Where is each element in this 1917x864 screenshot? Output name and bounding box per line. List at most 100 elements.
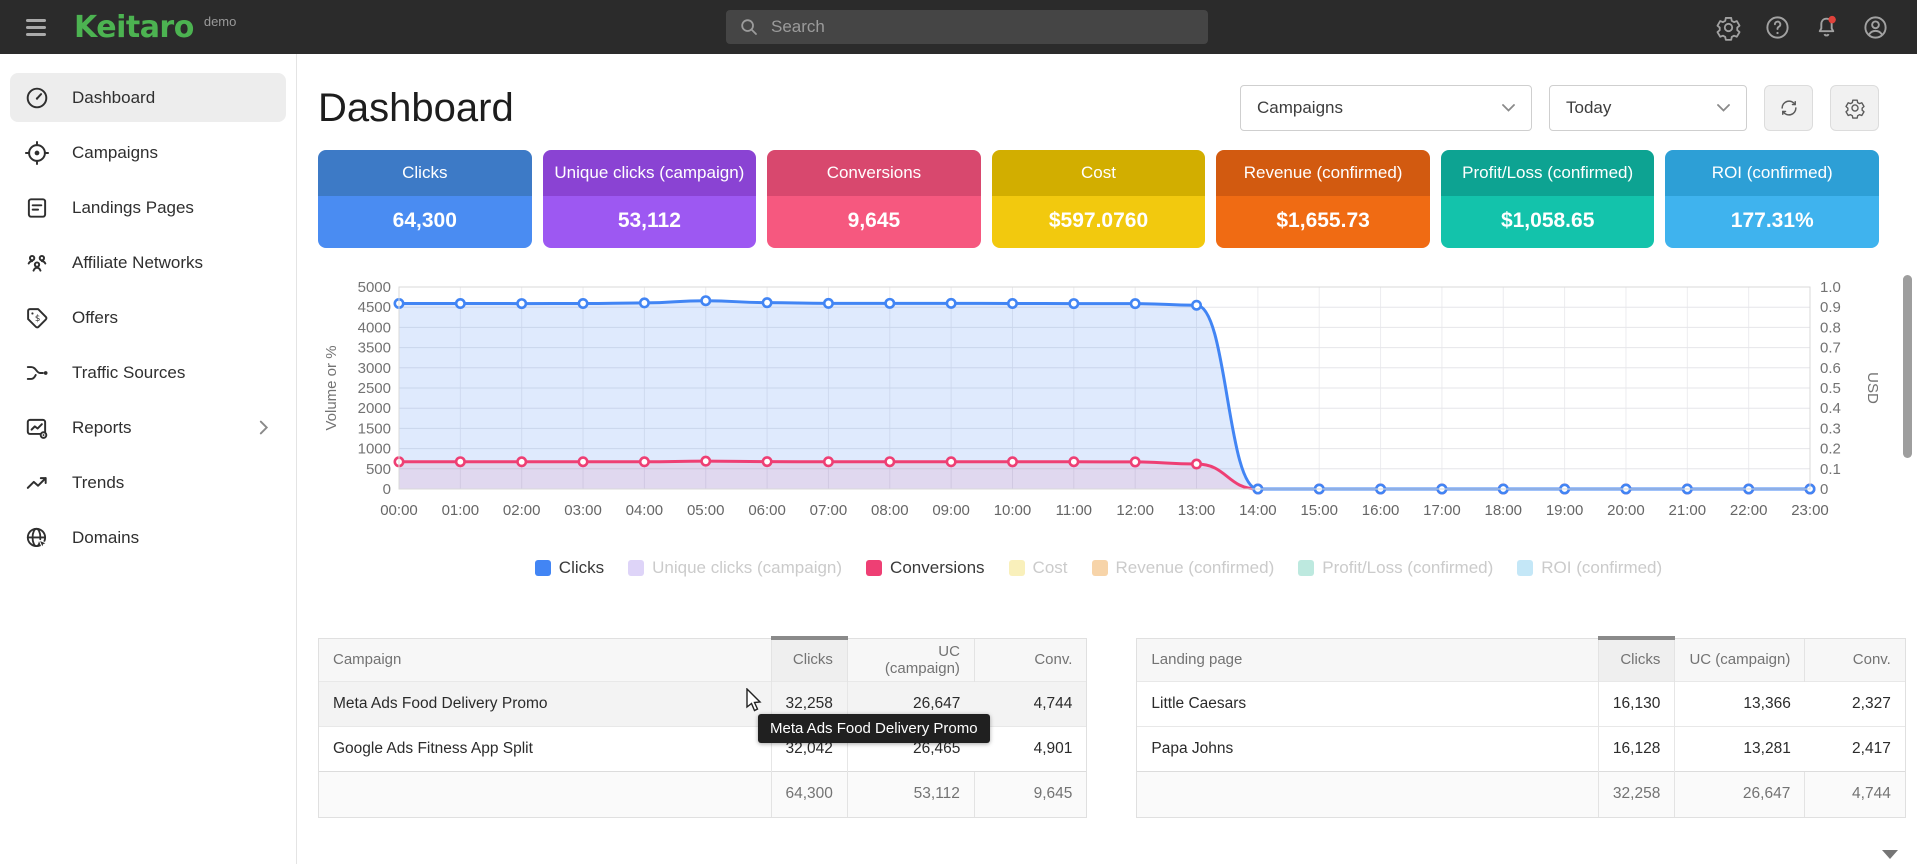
- grouping-select[interactable]: Campaigns: [1240, 85, 1532, 131]
- notification-dot: [1828, 15, 1835, 22]
- sidebar: Dashboard Campaigns Landings Pages Affil…: [0, 54, 297, 864]
- svg-text:0.2: 0.2: [1820, 441, 1841, 458]
- svg-text:14:00: 14:00: [1239, 502, 1277, 519]
- svg-text:08:00: 08:00: [871, 502, 909, 519]
- legend-chip: [866, 560, 882, 576]
- totals-row: 64,30053,1129,645: [319, 771, 1086, 817]
- column-header-landing-page[interactable]: Landing page: [1137, 639, 1598, 681]
- reports-icon: [24, 415, 50, 441]
- value-cell: 4,901: [974, 726, 1086, 771]
- svg-text:3500: 3500: [358, 340, 391, 357]
- svg-text:12:00: 12:00: [1116, 502, 1154, 519]
- search-input[interactable]: [769, 16, 1208, 38]
- column-header-uc-campaign[interactable]: UC (campaign): [1675, 639, 1805, 681]
- stat-card-value: $1,058.65: [1441, 196, 1655, 248]
- total-cell: 32,258: [1598, 771, 1674, 817]
- stat-card-value: 64,300: [318, 196, 532, 248]
- stat-card-1: Unique clicks (campaign)53,112: [543, 150, 757, 248]
- total-cell: 64,300: [771, 771, 847, 817]
- sidebar-item-label: Affiliate Networks: [72, 253, 203, 273]
- sidebar-item-trends[interactable]: Trends: [10, 458, 286, 507]
- table-row[interactable]: Papa Johns16,12813,2812,417: [1137, 726, 1904, 771]
- legend-label: ROI (confirmed): [1541, 558, 1662, 578]
- row-name-cell[interactable]: Google Ads Fitness App Split: [319, 726, 771, 771]
- svg-text:17:00: 17:00: [1423, 502, 1461, 519]
- help-icon[interactable]: [1764, 14, 1791, 41]
- notifications-bell-icon[interactable]: [1813, 14, 1840, 41]
- legend-label: Clicks: [559, 558, 604, 578]
- legend-label: Unique clicks (campaign): [652, 558, 842, 578]
- sidebar-item-label: Landings Pages: [72, 198, 194, 218]
- value-cell: 13,281: [1675, 726, 1805, 771]
- sidebar-item-offers[interactable]: $ Offers: [10, 293, 286, 342]
- svg-text:500: 500: [366, 461, 391, 478]
- chevron-down-icon: [1502, 104, 1515, 112]
- table-row[interactable]: Little Caesars16,13013,3662,327: [1137, 681, 1904, 726]
- global-search[interactable]: [726, 10, 1208, 44]
- row-tooltip: Meta Ads Food Delivery Promo: [758, 714, 990, 743]
- legend-item-1[interactable]: Unique clicks (campaign): [628, 558, 842, 578]
- legend-chip: [1092, 560, 1108, 576]
- total-cell: 9,645: [974, 771, 1086, 817]
- dashboard-settings-button[interactable]: [1830, 85, 1879, 131]
- sidebar-item-campaigns[interactable]: Campaigns: [10, 128, 286, 177]
- search-icon: [739, 17, 759, 37]
- scroll-down-arrow-icon[interactable]: [1882, 850, 1898, 859]
- stat-card-4: Revenue (confirmed)$1,655.73: [1216, 150, 1430, 248]
- row-name-cell[interactable]: Meta Ads Food Delivery Promo: [319, 681, 771, 726]
- refresh-button[interactable]: [1764, 85, 1813, 131]
- svg-text:0.8: 0.8: [1820, 319, 1841, 336]
- svg-text:1000: 1000: [358, 441, 391, 458]
- topbar: Keitaro demo: [0, 0, 1917, 54]
- svg-text:18:00: 18:00: [1484, 502, 1522, 519]
- legend-item-4[interactable]: Revenue (confirmed): [1092, 558, 1275, 578]
- column-header-clicks[interactable]: Clicks: [771, 639, 847, 681]
- column-header-uc-campaign[interactable]: UC (campaign): [847, 639, 974, 681]
- svg-text:0.6: 0.6: [1820, 360, 1841, 377]
- legend-item-6[interactable]: ROI (confirmed): [1517, 558, 1662, 578]
- sidebar-item-dashboard[interactable]: Dashboard: [10, 73, 286, 122]
- sidebar-item-label: Traffic Sources: [72, 363, 185, 383]
- totals-row: 32,25826,6474,744: [1137, 771, 1904, 817]
- column-header-campaign[interactable]: Campaign: [319, 639, 771, 681]
- svg-text:04:00: 04:00: [626, 502, 664, 519]
- sidebar-item-label: Dashboard: [72, 88, 155, 108]
- svg-text:4000: 4000: [358, 319, 391, 336]
- settings-gear-icon[interactable]: [1715, 14, 1742, 41]
- gear-icon: [1844, 97, 1866, 119]
- column-header-conv[interactable]: Conv.: [974, 639, 1086, 681]
- legend-item-5[interactable]: Profit/Loss (confirmed): [1298, 558, 1493, 578]
- row-name-cell[interactable]: Papa Johns: [1137, 726, 1598, 771]
- value-cell: 13,366: [1675, 681, 1805, 726]
- svg-text:20:00: 20:00: [1607, 502, 1645, 519]
- column-header-conv[interactable]: Conv.: [1805, 639, 1905, 681]
- stat-card-value: 53,112: [543, 196, 757, 248]
- sidebar-item-domains[interactable]: Domains: [10, 513, 286, 562]
- sidebar-item-traffic-sources[interactable]: Traffic Sources: [10, 348, 286, 397]
- stat-cards-row: Clicks64,300Unique clicks (campaign)53,1…: [318, 150, 1879, 248]
- refresh-icon: [1778, 97, 1800, 119]
- sidebar-item-reports[interactable]: Reports: [10, 403, 286, 452]
- daterange-select[interactable]: Today: [1549, 85, 1747, 131]
- legend-item-2[interactable]: Conversions: [866, 558, 985, 578]
- total-cell: 53,112: [847, 771, 974, 817]
- account-icon[interactable]: [1862, 14, 1889, 41]
- svg-text:21:00: 21:00: [1669, 502, 1707, 519]
- row-name-cell[interactable]: Little Caesars: [1137, 681, 1598, 726]
- stat-card-label: ROI (confirmed): [1665, 150, 1879, 196]
- stat-card-label: Unique clicks (campaign): [543, 150, 757, 196]
- stat-card-label: Conversions: [767, 150, 981, 196]
- svg-text:1500: 1500: [358, 420, 391, 437]
- dashboard-controls: Campaigns Today: [1240, 85, 1879, 131]
- landing-pages-icon: [24, 195, 50, 221]
- sidebar-item-affiliate-networks[interactable]: Affiliate Networks: [10, 238, 286, 287]
- chevron-down-icon: [1717, 104, 1730, 112]
- dashboard-icon: [24, 85, 50, 111]
- traffic-chart[interactable]: 0500100015002000250030003500400045005000…: [318, 279, 1917, 532]
- legend-item-0[interactable]: Clicks: [535, 558, 604, 578]
- sidebar-item-landings-pages[interactable]: Landings Pages: [10, 183, 286, 232]
- legend-item-3[interactable]: Cost: [1009, 558, 1068, 578]
- page-scrollbar-thumb[interactable]: [1903, 275, 1912, 458]
- hamburger-menu-icon[interactable]: [26, 15, 46, 40]
- column-header-clicks[interactable]: Clicks: [1598, 639, 1674, 681]
